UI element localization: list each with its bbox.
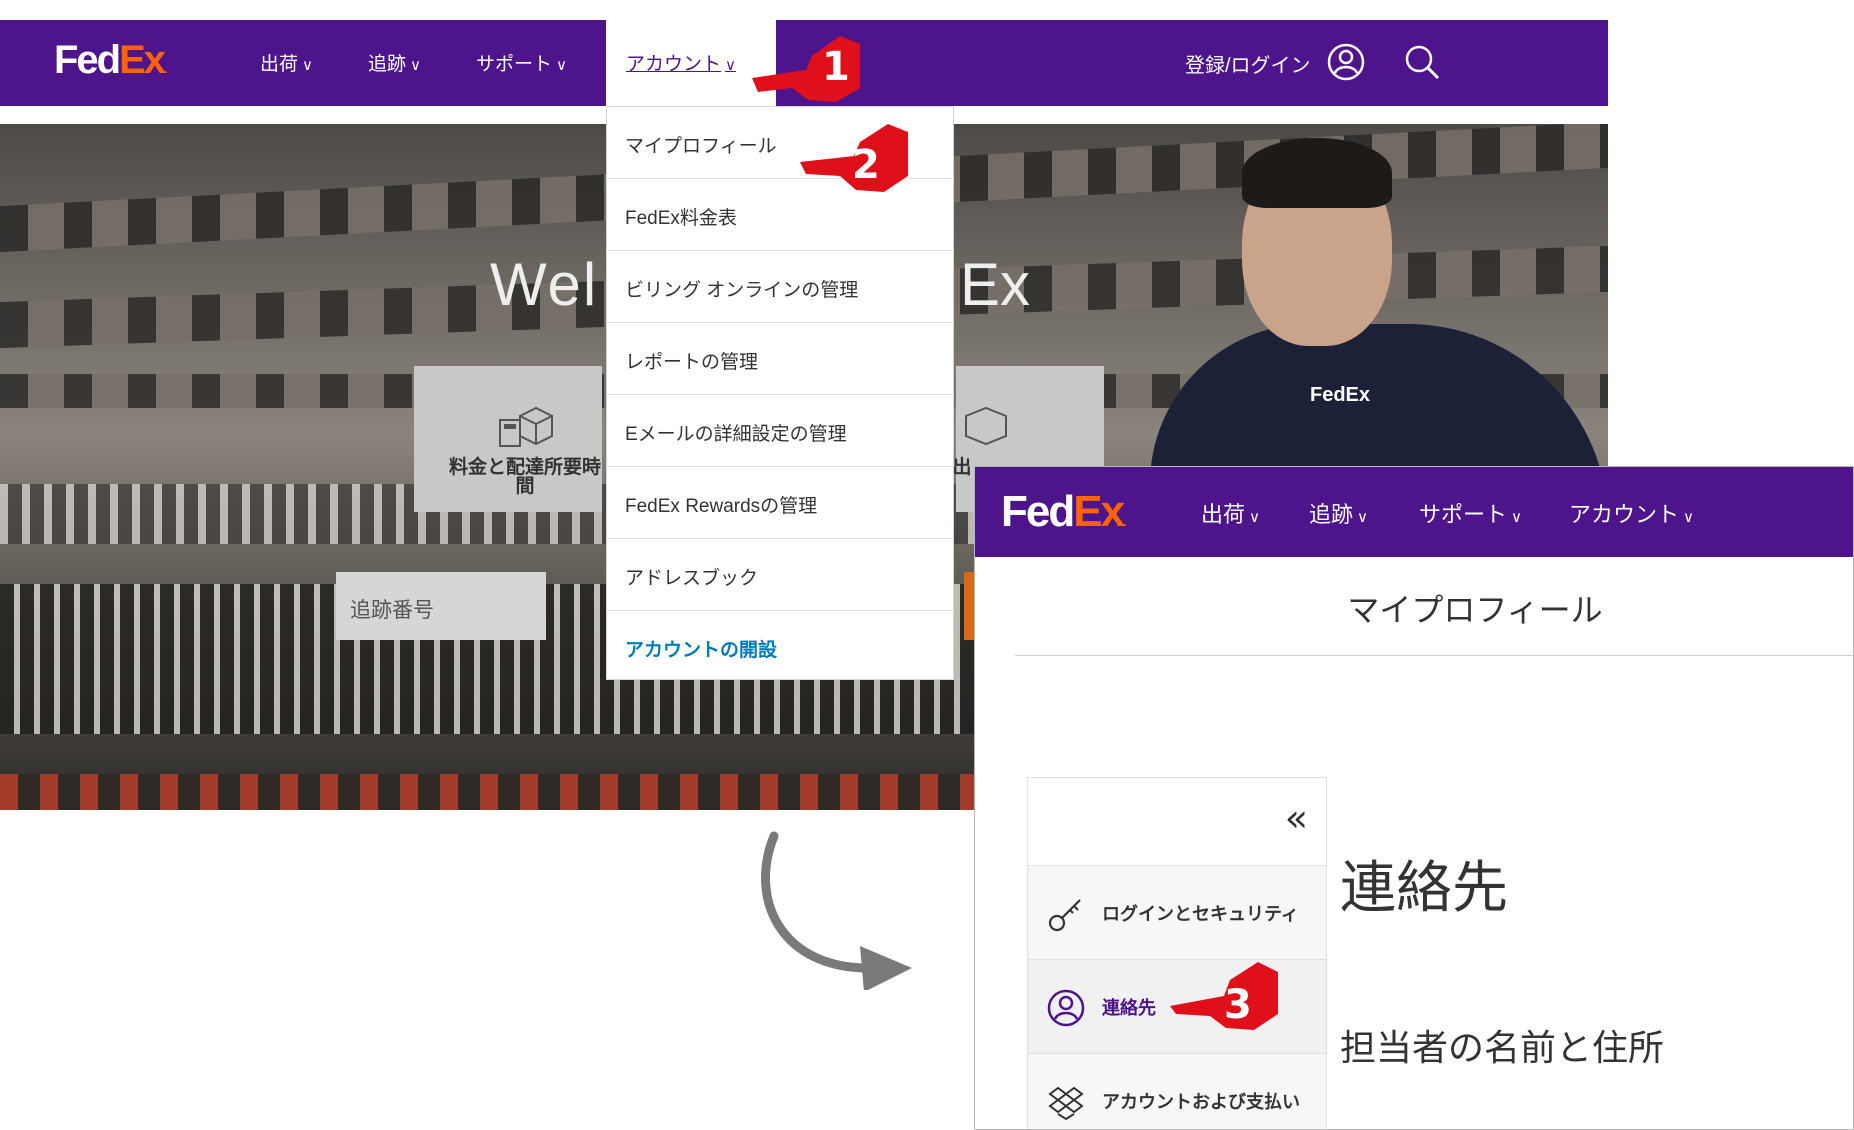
transition-arrow-icon (761, 831, 912, 990)
calculator-box-icon (499, 406, 553, 447)
user-icon (1047, 989, 1085, 1027)
nav-account[interactable]: アカウント ∨ (1569, 497, 1694, 529)
key-icon (1048, 899, 1081, 932)
menu-item-rewards[interactable]: FedEx Rewardsの管理 (607, 467, 953, 539)
chevron-down-icon: ∨ (1683, 509, 1694, 526)
pointing-hand-icon: 2 (800, 124, 908, 192)
menu-item-email-prefs[interactable]: Eメールの詳細設定の管理 (607, 395, 953, 467)
nav-shipping[interactable]: 出荷 ∨ (1201, 497, 1260, 529)
tracking-placeholder: 追跡番号 (350, 599, 434, 622)
nav-account[interactable]: アカウント ∨ (626, 49, 736, 76)
nav-tracking[interactable]: 追跡 ∨ (368, 49, 421, 76)
chevron-down-icon: ∨ (1249, 509, 1260, 526)
sidebar-collapse-button[interactable]: « (1028, 778, 1326, 866)
fedex-logo[interactable]: FedEx. (54, 38, 168, 83)
page-title: マイプロフィール (1347, 592, 1603, 628)
chevron-down-icon: ∨ (725, 57, 736, 74)
nav-tracking[interactable]: 追跡 ∨ (1309, 497, 1368, 529)
box-icon (965, 406, 1007, 446)
chevron-down-icon: ∨ (410, 57, 421, 74)
step-number-3: 3 (1224, 982, 1252, 1028)
rates-transit-card[interactable]: 料金と配達所要時間 (414, 366, 602, 512)
nav-support[interactable]: サポート ∨ (476, 49, 567, 76)
pointing-hand-icon: 1 (752, 36, 860, 102)
chevron-down-icon: ∨ (556, 57, 567, 74)
chevron-down-icon: ∨ (1357, 509, 1368, 526)
menu-item-address-book[interactable]: アドレスブック (607, 539, 953, 611)
top-nav: FedEx. 出荷 ∨ 追跡 ∨ サポート ∨ アカウント ∨ (975, 467, 1853, 557)
pointing-hand-icon: 3 (1170, 962, 1278, 1030)
search-icon[interactable] (1402, 42, 1442, 82)
card-label: 料金と配達所要時間 (448, 457, 601, 497)
tracking-input[interactable]: 追跡番号 (336, 572, 546, 640)
dropbox-icon (1048, 1086, 1084, 1121)
jacket-logo: FedEx (1310, 384, 1371, 406)
double-chevron-left-icon: « (1284, 796, 1308, 840)
menu-item-billing-online[interactable]: ビリング オンラインの管理 (607, 251, 953, 323)
section-heading: 連絡先 (1340, 856, 1508, 919)
section-subheading: 担当者の名前と住所 (1340, 1027, 1665, 1068)
chevron-down-icon: ∨ (302, 57, 313, 74)
welcome-text-right: Ex (960, 251, 1031, 318)
sidebar-item-account-payment[interactable]: アカウントおよび支払い (1028, 1054, 1326, 1129)
my-profile-screenshot: FedEx. 出荷 ∨ 追跡 ∨ サポート ∨ アカウント ∨ マイプロフィール « (974, 466, 1854, 1130)
tutorial-composite: FedEx Wel Ex 料金と配達所要時間 出 追跡番号 FedEx. 出荷 … (0, 0, 1854, 1130)
menu-item-open-account[interactable]: アカウントの開設 (607, 611, 953, 683)
step-number-1: 1 (822, 44, 850, 90)
divider (1015, 655, 1853, 656)
nav-support[interactable]: サポート ∨ (1419, 497, 1522, 529)
menu-item-reports[interactable]: レポートの管理 (607, 323, 953, 395)
welcome-text-left: Wel (490, 251, 599, 318)
login-link[interactable]: 登録/ログイン (1185, 49, 1311, 78)
fedex-logo[interactable]: FedEx. (1001, 487, 1127, 537)
track-button[interactable] (964, 572, 974, 640)
step-number-2: 2 (852, 142, 880, 188)
nav-shipping[interactable]: 出荷 ∨ (260, 49, 313, 76)
user-icon[interactable] (1326, 42, 1366, 82)
chevron-down-icon: ∨ (1511, 509, 1522, 526)
sidebar-item-login-security[interactable]: ログインとセキュリティ (1028, 866, 1326, 960)
